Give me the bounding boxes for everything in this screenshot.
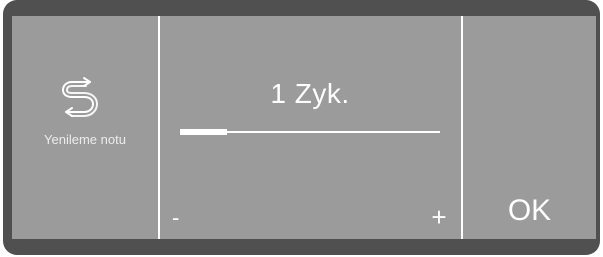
- mode-label: Yenileme notu: [44, 132, 126, 147]
- display-screen: Yenileme notu 1 Zyk. - + OK: [12, 16, 596, 239]
- decrease-button[interactable]: -: [172, 202, 202, 234]
- cycle-count-value: 1 Zyk.: [270, 78, 350, 109]
- divider-left: [158, 16, 160, 239]
- increase-button[interactable]: +: [424, 200, 454, 234]
- cycle-count-slider[interactable]: [180, 126, 440, 138]
- mode-panel: Yenileme notu: [12, 16, 158, 239]
- display-bezel: Yenileme notu 1 Zyk. - + OK: [3, 0, 600, 255]
- slider-fill: [180, 129, 227, 135]
- rinse-cycle-icon: [62, 77, 98, 117]
- ok-button[interactable]: OK: [463, 186, 596, 236]
